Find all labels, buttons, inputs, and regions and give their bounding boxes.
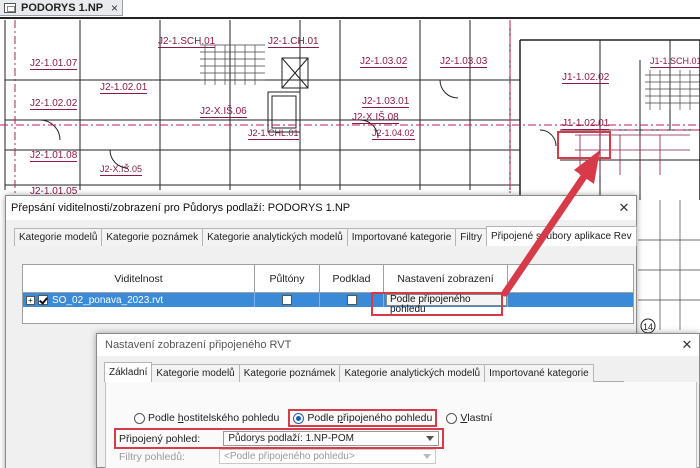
- room-tag: J1-1.SCH.01: [650, 56, 700, 68]
- underlay-checkbox[interactable]: [346, 295, 357, 305]
- close-icon[interactable]: ×: [111, 1, 118, 15]
- halftone-checkbox[interactable]: [282, 295, 292, 305]
- room-tag: J2-1.01.07: [30, 58, 78, 70]
- room-tag: J2-1.03.03: [440, 56, 488, 68]
- column-header-underlay[interactable]: Podklad: [320, 265, 384, 292]
- visibility-checkbox[interactable]: [38, 295, 48, 305]
- expand-icon[interactable]: +: [26, 295, 35, 305]
- linked-view-select[interactable]: Půdorys podlaží: 1.NP-POM: [223, 431, 439, 446]
- table-header: Viditelnost Půltóny Podklad Nastavení zo…: [23, 265, 633, 293]
- room-tag: J1-1.02.02: [562, 72, 610, 84]
- column-header-spacer: [508, 265, 633, 292]
- radio-button-selected-icon: [293, 412, 305, 424]
- room-tag: J2-1.03.01: [362, 96, 410, 108]
- radio-by-linked-view[interactable]: Podle připojeného pohledu: [288, 409, 438, 427]
- grid-bubble-label: 14: [643, 322, 653, 332]
- dialog-tabs: Základní Kategorie modelů Kategorie pozn…: [104, 362, 624, 382]
- tab-model-categories[interactable]: Kategorie modelů: [14, 228, 103, 246]
- room-tag: J2-1.04.02: [372, 128, 415, 140]
- column-header-display-settings[interactable]: Nastavení zobrazení: [384, 265, 508, 292]
- tab-imported-categories[interactable]: Importované kategorie: [484, 364, 594, 382]
- tab-imported-categories[interactable]: Importované kategorie: [346, 228, 457, 246]
- chevron-down-icon: [426, 436, 434, 441]
- cell-visibility: + SO_02_ponava_2023.rvt: [23, 293, 255, 307]
- floor-plan-icon: [4, 2, 16, 13]
- linked-rvt-display-settings-dialog: Nastavení zobrazení připojeného RVT ✕ Zá…: [96, 333, 700, 468]
- tab-analytical-model-categories[interactable]: Kategorie analytických modelů: [202, 228, 348, 246]
- view-filters-row: Filtry pohledů: <Podle připojeného pohle…: [119, 449, 436, 464]
- close-icon[interactable]: ✕: [675, 337, 699, 353]
- links-table: Viditelnost Půltóny Podklad Nastavení zo…: [22, 264, 634, 324]
- room-tag: J2-X.IŠ.06: [200, 106, 247, 118]
- chevron-down-icon: [423, 454, 431, 459]
- view-filters-label: Filtry pohledů:: [119, 450, 185, 463]
- room-tag: J2-X.IŠ.08: [352, 112, 399, 124]
- tab-filters[interactable]: Filtry: [455, 228, 487, 246]
- display-mode-radios: Podle hostitelského pohledu Podle připoj…: [131, 409, 495, 427]
- room-tag: J2-1.03.02: [360, 56, 408, 68]
- document-tab[interactable]: PODORYS 1.NP ×: [0, 0, 123, 16]
- view-filters-select[interactable]: <Podle připojeného pohledu>: [219, 449, 436, 464]
- linked-view-label: Připojený pohled:: [119, 432, 201, 445]
- table-row[interactable]: + SO_02_ponava_2023.rvt Podle připojenéh…: [23, 293, 633, 315]
- highlight-box: [371, 292, 503, 316]
- room-tag: J2-1.01.08: [30, 150, 78, 162]
- cell-spacer: [508, 293, 633, 307]
- radio-button-icon: [134, 412, 145, 424]
- view-filters-value: <Podle připojeného pohledu>: [224, 451, 355, 462]
- tab-annotation-categories[interactable]: Kategorie poznámek: [238, 364, 341, 382]
- dialog-tabs: Kategorie modelů Kategorie poznámek Kate…: [14, 226, 637, 246]
- radio-custom[interactable]: Vlastní: [443, 409, 495, 427]
- room-tag: J2-1.CH.01: [268, 36, 319, 48]
- radio-label: Vlastní: [460, 412, 493, 424]
- tab-revit-links[interactable]: Připojené soubory aplikace Rev: [485, 226, 637, 246]
- basics-panel: Podle hostitelského pohledu Podle připoj…: [105, 382, 697, 468]
- radio-button-icon: [446, 412, 458, 424]
- cell-halftone: [255, 293, 320, 307]
- tab-basics[interactable]: Základní: [104, 362, 153, 382]
- column-header-halftone[interactable]: Půltóny: [255, 265, 320, 292]
- radio-label: Podle připojeného pohledu: [307, 412, 433, 424]
- dialog-title: Přepsání viditelnosti/zobrazení pro Půdo…: [11, 202, 351, 214]
- room-tag: J2-1.02.01: [100, 82, 148, 94]
- room-tag: J2-1.02.02: [30, 98, 78, 110]
- tab-analytical-model-categories[interactable]: Kategorie analytických modelů: [339, 364, 486, 382]
- linked-view-value: Půdorys podlaží: 1.NP-POM: [228, 433, 354, 444]
- column-header-visibility[interactable]: Viditelnost: [23, 265, 255, 292]
- tab-model-categories[interactable]: Kategorie modelů: [151, 364, 240, 382]
- radio-by-host-view[interactable]: Podle hostitelského pohledu: [131, 409, 282, 427]
- room-tag: J1-1.02.01: [562, 118, 610, 130]
- linked-view-row: Připojený pohled: Půdorys podlaží: 1.NP-…: [114, 428, 444, 449]
- dialog-titlebar: Přepsání viditelnosti/zobrazení pro Půdo…: [6, 196, 636, 220]
- room-tag: J2-1.SCH.01: [158, 36, 216, 48]
- link-name: SO_02_ponava_2023.rvt: [52, 294, 164, 306]
- dialog-titlebar: Nastavení zobrazení připojeného RVT ✕: [97, 334, 699, 356]
- room-tag: J2-X.IŠ.05: [100, 164, 143, 176]
- document-tab-title: PODORYS 1.NP: [21, 1, 104, 14]
- room-tag: J2-1.CHL.01: [248, 128, 299, 140]
- dialog-title: Nastavení zobrazení připojeného RVT: [105, 339, 292, 351]
- close-icon[interactable]: ✕: [612, 200, 636, 216]
- tab-annotation-categories[interactable]: Kategorie poznámek: [101, 228, 204, 246]
- radio-label: Podle hostitelského pohledu: [148, 412, 280, 424]
